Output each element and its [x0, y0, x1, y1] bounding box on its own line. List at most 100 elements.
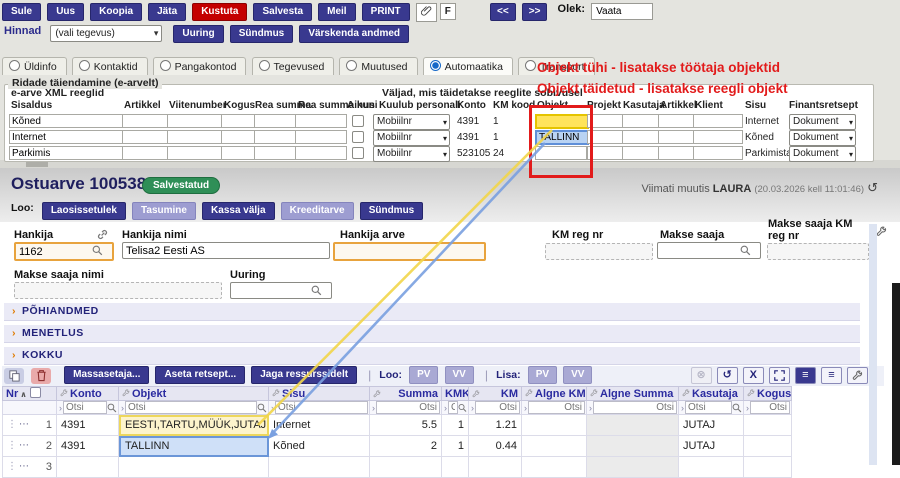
- print-button[interactable]: PRINT: [362, 3, 410, 21]
- rule-rea-summa-input[interactable]: [254, 114, 297, 128]
- wrench-icon[interactable]: [876, 226, 887, 237]
- history-icon[interactable]: ↺: [867, 180, 878, 195]
- col-header-kmk[interactable]: KMK: [442, 386, 469, 401]
- rule-kasutaja-input[interactable]: [622, 114, 659, 128]
- col-header-nr[interactable]: Nr∧: [2, 386, 57, 401]
- rule-sisaldus-input[interactable]: [9, 130, 125, 144]
- summa-cell[interactable]: 5.5: [370, 415, 442, 436]
- kreeditarve-button[interactable]: Kreeditarve: [281, 202, 354, 220]
- kasutaja-cell[interactable]: JUTAJ: [679, 436, 744, 457]
- col-header-kogus[interactable]: Kogus: [744, 386, 792, 401]
- attachment-button[interactable]: [416, 3, 437, 22]
- objekt-cell[interactable]: [119, 457, 269, 478]
- rule-rea-summa-kuni-input[interactable]: [295, 146, 347, 160]
- rule-sisaldus-input[interactable]: [9, 146, 125, 160]
- col-header-algne-summa[interactable]: Algne Summa: [587, 386, 679, 401]
- konto-cell[interactable]: 4391: [57, 436, 119, 457]
- col-header-summa[interactable]: Summa: [370, 386, 442, 401]
- summa-cell[interactable]: [370, 457, 442, 478]
- rule-kogus-input[interactable]: [221, 130, 256, 144]
- filter-algne-summa[interactable]: ›: [587, 401, 679, 415]
- olek-status-field[interactable]: [591, 3, 653, 20]
- rule-rea-summa-kuni-input[interactable]: [295, 130, 347, 144]
- row-menu-icon[interactable]: ⋯: [19, 457, 30, 477]
- filter-algne-km[interactable]: ›: [522, 401, 587, 415]
- konto-cell[interactable]: [57, 457, 119, 478]
- tasumine-button[interactable]: Tasumine: [132, 202, 196, 220]
- filter-km[interactable]: ›: [469, 401, 522, 415]
- undo-icon[interactable]: ↺: [717, 367, 738, 384]
- jaga-ressurssidelt-button[interactable]: Jaga ressurssidelt: [251, 366, 357, 384]
- search-icon[interactable]: [732, 403, 742, 413]
- sundmus-button[interactable]: Sündmus: [230, 25, 294, 43]
- sisu-cell[interactable]: Internet: [269, 415, 370, 436]
- koopia-button[interactable]: Koopia: [90, 3, 142, 21]
- kustuta-button[interactable]: Kustuta: [192, 3, 247, 21]
- rule-rea-summa-input[interactable]: [254, 130, 297, 144]
- rule-klient-input[interactable]: [693, 146, 743, 160]
- table-row[interactable]: ⋮⋯3: [2, 457, 792, 478]
- varskenda-andmed-button[interactable]: Värskenda andmed: [299, 25, 409, 43]
- fullscreen-icon[interactable]: [769, 367, 790, 384]
- row-menu-icon[interactable]: ⋯: [19, 436, 30, 456]
- rule-rea-summa-kuni-input[interactable]: [295, 114, 347, 128]
- section-kokku[interactable]: ›KOKKU: [4, 347, 860, 365]
- rule-kogus-input[interactable]: [221, 146, 256, 160]
- ainus-checkbox[interactable]: [352, 147, 364, 159]
- drag-handle-icon[interactable]: ⋮: [7, 415, 17, 435]
- finantsretsept-select[interactable]: Dokument▾: [789, 146, 856, 162]
- rule-objekt-input[interactable]: [535, 146, 587, 160]
- kasutaja-cell[interactable]: JUTAJ: [679, 415, 744, 436]
- kogus-cell[interactable]: [744, 457, 792, 478]
- tab-tegevused[interactable]: Tegevused: [252, 57, 335, 75]
- rule-artikkel2-input[interactable]: [658, 146, 695, 160]
- grid-settings-wrench-icon[interactable]: [847, 367, 868, 384]
- vertical-scrollbar[interactable]: [869, 224, 877, 465]
- table-row[interactable]: ⋮⋯1 4391 EESTI,TARTU,MÜÜK,JUTAJ Internet…: [2, 415, 792, 436]
- objekt-cell-highlighted-blue[interactable]: TALLINN: [119, 436, 269, 457]
- density-wide-icon[interactable]: ≡: [821, 367, 842, 384]
- col-header-algne-km[interactable]: Algne KM: [522, 386, 587, 401]
- sundmus-create-button[interactable]: Sündmus: [360, 202, 424, 220]
- massasetaja-button[interactable]: Massasetaja...: [64, 366, 149, 384]
- table-row[interactable]: ⋮⋯2 4391 TALLINN Kõned 2 1 0.44 JUTAJ: [2, 436, 792, 457]
- rule-objekt-input-empty[interactable]: [535, 114, 589, 129]
- kmk-cell[interactable]: 1: [442, 436, 469, 457]
- finantsretsept-select[interactable]: Dokument▾: [789, 130, 856, 146]
- row-menu-icon[interactable]: ⋯: [19, 415, 30, 435]
- algne-km-cell[interactable]: [522, 415, 587, 436]
- link-icon[interactable]: [96, 228, 109, 241]
- clear-filter-icon[interactable]: ⊗: [691, 367, 712, 384]
- search-icon[interactable]: [311, 285, 322, 296]
- rule-projekt-input[interactable]: [587, 114, 623, 128]
- meil-button[interactable]: Meil: [318, 3, 355, 21]
- filter-kogus[interactable]: ›: [744, 401, 792, 415]
- sisu-cell[interactable]: [269, 457, 370, 478]
- section-pohiandmed[interactable]: ›PÕHIANDMED: [4, 303, 860, 321]
- rule-rea-summa-input[interactable]: [254, 146, 297, 160]
- kuulub-personali-select[interactable]: Mobiilnr▾: [373, 146, 450, 162]
- hinnad-link[interactable]: Hinnad: [4, 25, 41, 37]
- summa-cell[interactable]: 2: [370, 436, 442, 457]
- search-icon[interactable]: [257, 403, 267, 413]
- tab-muutused[interactable]: Muutused: [339, 57, 417, 75]
- rule-artikkel-input[interactable]: [122, 146, 169, 160]
- rule-viitenumber-input[interactable]: [167, 114, 223, 128]
- col-header-objekt[interactable]: Objekt: [119, 386, 269, 401]
- rule-kasutaja-input[interactable]: [622, 130, 659, 144]
- search-icon[interactable]: [458, 403, 467, 413]
- search-icon[interactable]: [92, 245, 103, 256]
- loo-pv-button[interactable]: PV: [409, 366, 438, 384]
- rule-objekt-input-tallinn[interactable]: [535, 130, 589, 145]
- filter-kmk[interactable]: ›: [442, 401, 469, 415]
- km-cell[interactable]: [469, 457, 522, 478]
- algne-km-cell[interactable]: [522, 436, 587, 457]
- rule-viitenumber-input[interactable]: [167, 130, 223, 144]
- sisu-cell[interactable]: Kõned: [269, 436, 370, 457]
- ainus-checkbox[interactable]: [352, 131, 364, 143]
- hankija-nimi-field[interactable]: [122, 242, 330, 259]
- kuulub-personali-select[interactable]: Mobiilnr▾: [373, 114, 450, 130]
- rule-artikkel-input[interactable]: [122, 114, 169, 128]
- tab-automaatika[interactable]: Automaatika: [423, 57, 513, 75]
- filter-sisu[interactable]: ›: [269, 401, 370, 415]
